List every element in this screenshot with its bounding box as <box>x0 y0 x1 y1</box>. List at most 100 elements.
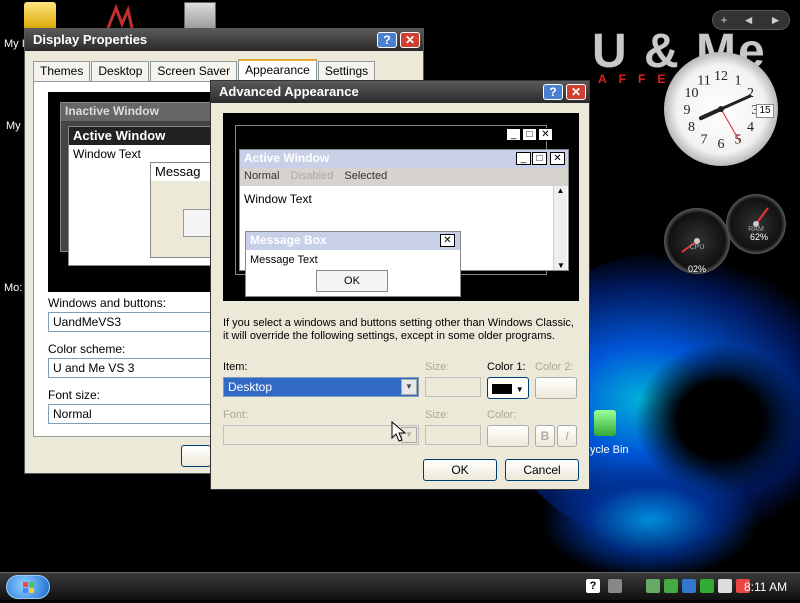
preview-window-text: Window Text <box>244 192 312 206</box>
desktop-icon-label[interactable]: Mo: <box>4 282 22 294</box>
preview-window-text: Window Text <box>73 147 141 161</box>
clock-numeral: 2 <box>747 86 754 101</box>
scroll-down-icon: ▼ <box>557 261 565 270</box>
cancel-button[interactable]: Cancel <box>505 459 579 481</box>
preview-area: Inactive Window Active Window Window Tex… <box>48 92 240 292</box>
clock-date: 15 <box>756 104 774 118</box>
tab-themes[interactable]: Themes <box>33 61 91 81</box>
clock-numeral: 12 <box>714 69 728 84</box>
help-button[interactable]: ? <box>377 32 397 48</box>
font-color-label: Color: <box>487 409 517 421</box>
title-bar[interactable]: Display Properties ? ✕ <box>25 29 423 51</box>
font-size-label: Size: <box>425 409 450 421</box>
preview-ok-button: OK <box>316 270 388 292</box>
size-label: Size: <box>425 361 450 373</box>
ok-button[interactable]: OK <box>423 459 497 481</box>
advanced-preview-area: _ □ ✕ Active Window _ □ ✕ Normal Disable… <box>223 113 579 301</box>
preview-menu-bar: Normal Disabled Selected <box>240 168 568 186</box>
desktop-icon-label[interactable]: My I <box>4 38 25 50</box>
tab-strip: Themes Desktop Screen Saver Appearance S… <box>33 59 376 81</box>
mouse-cursor-icon <box>391 421 407 442</box>
clock-numeral: 8 <box>688 120 695 135</box>
font-select: ▼ <box>223 425 419 445</box>
menu-selected: Selected <box>344 170 388 182</box>
bold-button: B <box>535 425 555 447</box>
color1-label: Color 1: <box>487 361 526 373</box>
maximize-icon: □ <box>532 152 547 165</box>
clock-numeral: 9 <box>684 103 691 118</box>
windows-buttons-select[interactable]: UandMeVS3 <box>48 312 218 332</box>
close-button[interactable]: ✕ <box>400 32 420 48</box>
ok-button[interactable] <box>181 445 211 467</box>
preview-message-title: Message Box <box>246 232 460 250</box>
help-icon[interactable]: ? <box>586 579 600 593</box>
clock-center <box>718 106 724 112</box>
italic-button: I <box>557 425 577 447</box>
item-select-value: Desktop <box>228 380 273 394</box>
desktop-icon-label[interactable]: My <box>6 120 21 132</box>
monitor-icon[interactable] <box>718 579 732 593</box>
taskbar-clock[interactable]: 8:11 AM <box>744 580 787 594</box>
network-icon[interactable] <box>646 579 660 593</box>
start-button[interactable] <box>6 575 50 599</box>
menu-normal: Normal <box>244 170 280 182</box>
info-text: If you select a windows and buttons sett… <box>223 317 574 342</box>
chevron-down-icon[interactable]: ▼ <box>401 379 417 395</box>
previous-gadget-button[interactable]: ◄ <box>743 13 755 27</box>
next-gadget-button[interactable]: ► <box>770 13 782 27</box>
window-title: Advanced Appearance <box>219 84 359 99</box>
sidebar-gadget-bar: + ◄ ► <box>712 10 790 30</box>
color1-button[interactable]: ▼ <box>487 377 529 399</box>
windows-logo-icon <box>23 582 34 593</box>
windows-buttons-label: Windows and buttons: <box>48 296 167 310</box>
tab-settings[interactable]: Settings <box>317 61 376 81</box>
clock-numeral: 4 <box>747 120 754 135</box>
chevron-down-icon: ▼ <box>515 385 524 394</box>
maximize-icon: □ <box>522 128 537 141</box>
color-scheme-label: Color scheme: <box>48 342 126 356</box>
bluetooth-icon[interactable] <box>682 579 696 593</box>
font-label: Font: <box>223 409 249 421</box>
close-button[interactable]: ✕ <box>566 84 586 100</box>
help-button[interactable]: ? <box>543 84 563 100</box>
close-icon: ✕ <box>538 128 553 141</box>
size-spinner <box>425 377 481 397</box>
add-gadget-button[interactable]: + <box>721 13 728 27</box>
tab-appearance[interactable]: Appearance <box>238 59 317 81</box>
preview-inactive-title: Inactive Window <box>61 103 229 121</box>
font-size-select[interactable]: Normal <box>48 404 218 424</box>
minimize-icon: _ <box>516 152 531 165</box>
clock-numeral: 11 <box>697 74 710 89</box>
speaker-icon[interactable] <box>608 579 622 593</box>
preview-message-text: Message Text <box>250 254 318 266</box>
font-size-label: Font size: <box>48 388 101 402</box>
clock-minute-hand <box>719 94 752 111</box>
window-title: Display Properties <box>33 32 148 47</box>
title-bar[interactable]: Advanced Appearance ? ✕ <box>211 81 589 103</box>
preview-scrollbar: ▲ ▼ <box>553 186 567 270</box>
color-scheme-select[interactable]: U and Me VS 3 <box>48 358 218 378</box>
clock-hour-hand <box>698 107 723 121</box>
safely-remove-icon[interactable] <box>700 579 714 593</box>
close-icon: ✕ <box>440 234 455 247</box>
recycle-bin-icon[interactable] <box>594 410 616 436</box>
clock-second-hand <box>720 108 740 141</box>
color-swatch <box>492 383 513 394</box>
scroll-up-icon: ▲ <box>556 186 565 195</box>
gauge-needle-icon <box>753 207 769 227</box>
recycle-bin-label[interactable]: ycle Bin <box>590 444 629 456</box>
item-select[interactable]: Desktop ▼ <box>223 377 419 397</box>
menu-disabled: Disabled <box>290 170 334 182</box>
tab-screen-saver[interactable]: Screen Saver <box>150 61 238 81</box>
cpu-gauge-value: 02% <box>687 264 706 274</box>
ram-gauge-value: 62% <box>749 232 768 242</box>
folder-icon[interactable] <box>24 2 56 30</box>
cpu-gauge-label: CPU <box>689 244 705 251</box>
tab-desktop[interactable]: Desktop <box>91 61 150 81</box>
computer-icon[interactable] <box>184 2 216 30</box>
color2-label: Color 2: <box>535 361 574 373</box>
clock-numeral: 7 <box>701 132 708 147</box>
taskbar: ? 8:11 AM <box>0 572 800 600</box>
ram-gauge[interactable] <box>726 194 786 254</box>
update-icon[interactable] <box>664 579 678 593</box>
